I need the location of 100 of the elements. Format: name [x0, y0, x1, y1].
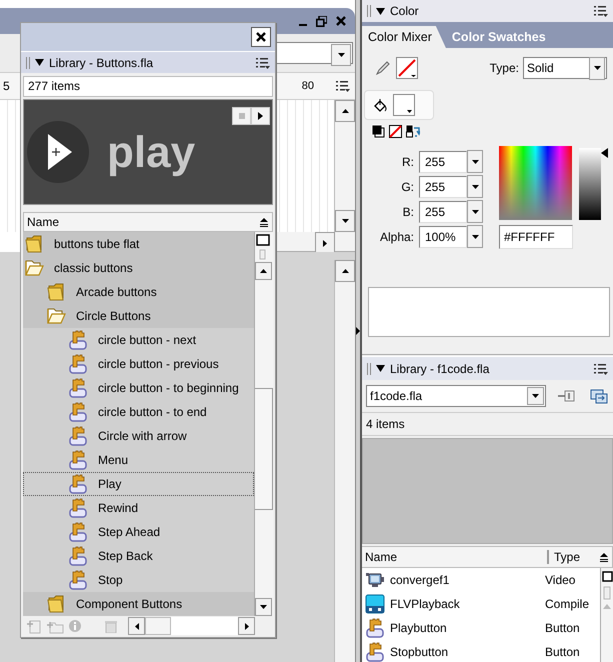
- item-name: circle button - to beginning: [98, 381, 239, 395]
- down-arrow-icon: [472, 184, 478, 188]
- sort-icon[interactable]: [260, 218, 268, 226]
- scroll-up-button[interactable]: [255, 262, 272, 280]
- item-type: Compile: [545, 597, 590, 611]
- library-row[interactable]: Playbutton Button: [362, 616, 600, 640]
- panel-menu-icon[interactable]: [594, 5, 608, 17]
- default-colors-icon[interactable]: [372, 125, 385, 138]
- dropdown-button[interactable]: [467, 175, 483, 198]
- collapse-triangle-icon: [35, 59, 44, 66]
- new-library-icon[interactable]: [590, 388, 608, 404]
- button-symbol-icon: [68, 546, 88, 566]
- scroll-down-button[interactable]: [335, 210, 355, 232]
- no-color-icon[interactable]: [389, 125, 402, 138]
- tab[interactable]: Color Mixer: [362, 26, 446, 48]
- library-row[interactable]: Rewind: [23, 496, 254, 520]
- panel-menu-icon[interactable]: [336, 80, 350, 92]
- library-row[interactable]: classic buttons: [23, 256, 254, 280]
- swap-colors-icon[interactable]: [406, 125, 420, 138]
- button-symbol-icon: [365, 618, 385, 638]
- dropdown-button[interactable]: [467, 200, 483, 223]
- close-icon[interactable]: [336, 16, 346, 26]
- library-row[interactable]: Circle Buttons: [23, 304, 254, 328]
- scroll-down-button[interactable]: [255, 598, 272, 616]
- item-name: FLVPlayback: [390, 597, 461, 611]
- library-row[interactable]: Menu: [23, 448, 254, 472]
- pin-icon[interactable]: [558, 389, 576, 403]
- play-icon: [258, 112, 263, 120]
- library-row[interactable]: Arcade buttons: [23, 280, 254, 304]
- library-row[interactable]: Circle with arrow: [23, 424, 254, 448]
- item-name: Step Ahead: [98, 525, 160, 539]
- library-row[interactable]: FLVPlayback Compile: [362, 592, 600, 616]
- library-dropdown[interactable]: f1code.fla: [366, 385, 546, 407]
- type-dropdown[interactable]: Solid: [523, 57, 607, 79]
- frame-number: 80: [302, 80, 314, 92]
- paint-bucket-icon[interactable]: [373, 98, 387, 112]
- stroke-color-swatch[interactable]: [396, 57, 418, 79]
- left-arrow-icon: [134, 622, 138, 630]
- column-title: Name: [362, 550, 549, 564]
- scroll-thumb[interactable]: [145, 617, 171, 635]
- library-row[interactable]: circle button - to end: [23, 400, 254, 424]
- hex-field[interactable]: #FFFFFF: [499, 225, 573, 249]
- value-field[interactable]: 100%: [419, 226, 467, 248]
- library-row[interactable]: Component Buttons: [23, 592, 254, 616]
- button-symbol-icon: [68, 378, 88, 398]
- right-arrow-icon: [323, 240, 327, 246]
- down-arrow-icon: [472, 210, 478, 214]
- panel-title: Color: [390, 4, 419, 18]
- panel-title: Library - f1code.fla: [390, 362, 490, 376]
- scroll-up-button[interactable]: [335, 100, 355, 122]
- maximize-pane-icon[interactable]: [602, 571, 612, 582]
- brightness-bar[interactable]: [579, 148, 601, 220]
- button-symbol-icon: [365, 642, 385, 662]
- dropdown-button[interactable]: [527, 387, 544, 405]
- library-row[interactable]: convergef1 Video: [362, 568, 600, 592]
- scroll-left-button[interactable]: [128, 617, 145, 635]
- video-icon: [365, 571, 385, 589]
- panel-menu-icon[interactable]: [256, 56, 270, 68]
- type-label: Type:: [490, 61, 519, 75]
- maximize-pane-icon[interactable]: [255, 232, 271, 248]
- library-row[interactable]: Play: [23, 472, 254, 496]
- dropdown-button[interactable]: [467, 150, 483, 173]
- down-arrow-icon: [338, 53, 344, 57]
- scroll-thumb[interactable]: [255, 388, 273, 510]
- color-spectrum[interactable]: [499, 146, 572, 220]
- item-type: Button: [545, 645, 581, 659]
- item-name: classic buttons: [54, 261, 133, 275]
- library-row[interactable]: buttons tube flat: [23, 232, 254, 256]
- value-field[interactable]: 255: [419, 176, 467, 198]
- item-name: circle button - previous: [98, 357, 219, 371]
- library-row[interactable]: circle button - next: [23, 328, 254, 352]
- up-arrow-icon: [260, 269, 267, 273]
- library-row[interactable]: Stopbutton Button: [362, 640, 600, 662]
- library-row[interactable]: circle button - previous: [23, 352, 254, 376]
- value-field[interactable]: 255: [419, 150, 467, 172]
- collapse-arrow-icon[interactable]: [356, 327, 360, 335]
- no-color-slash-icon: [397, 58, 417, 78]
- library-row[interactable]: Step Ahead: [23, 520, 254, 544]
- fill-color-swatch[interactable]: [393, 94, 415, 116]
- play-button[interactable]: [251, 107, 270, 125]
- panel-menu-icon[interactable]: [594, 362, 608, 374]
- preview-text: play: [107, 128, 196, 178]
- scroll-right-button[interactable]: [315, 232, 335, 254]
- library-row[interactable]: Stop: [23, 568, 254, 592]
- dropdown-button[interactable]: [331, 44, 351, 66]
- scroll-up-button[interactable]: [335, 260, 355, 282]
- column-title: Type: [553, 550, 582, 564]
- library-row[interactable]: circle button - to beginning: [23, 376, 254, 400]
- item-name: Circle with arrow: [98, 429, 187, 443]
- pencil-icon[interactable]: [376, 61, 390, 75]
- dropdown-button[interactable]: [467, 225, 483, 248]
- dropdown-button[interactable]: [589, 56, 605, 80]
- library-row[interactable]: Step Back: [23, 544, 254, 568]
- value-field[interactable]: 255: [419, 200, 467, 222]
- close-icon: [256, 32, 266, 42]
- fill-control[interactable]: [364, 90, 434, 120]
- restore-icon[interactable]: [316, 16, 327, 26]
- close-button[interactable]: [251, 27, 271, 47]
- sort-icon[interactable]: [600, 552, 608, 562]
- scroll-right-button[interactable]: [238, 617, 255, 635]
